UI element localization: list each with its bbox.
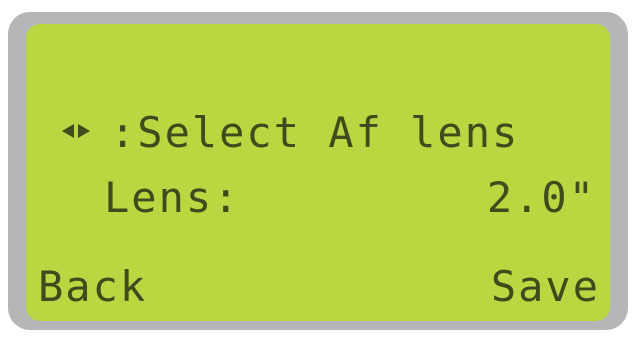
- lcd-screen: :Select Af lens Lens: 2.0" Back Save: [26, 24, 610, 321]
- lens-value[interactable]: 2.0": [487, 177, 596, 219]
- right-arrow-icon: [78, 124, 90, 138]
- save-softkey[interactable]: Save: [491, 266, 600, 308]
- left-arrow-icon: [62, 124, 74, 138]
- device-bezel: :Select Af lens Lens: 2.0" Back Save: [8, 12, 628, 330]
- select-lens-prompt: :Select Af lens: [110, 108, 520, 157]
- back-softkey[interactable]: Back: [38, 266, 147, 308]
- lens-label: Lens:: [104, 173, 241, 222]
- left-right-arrows-icon: [62, 124, 90, 138]
